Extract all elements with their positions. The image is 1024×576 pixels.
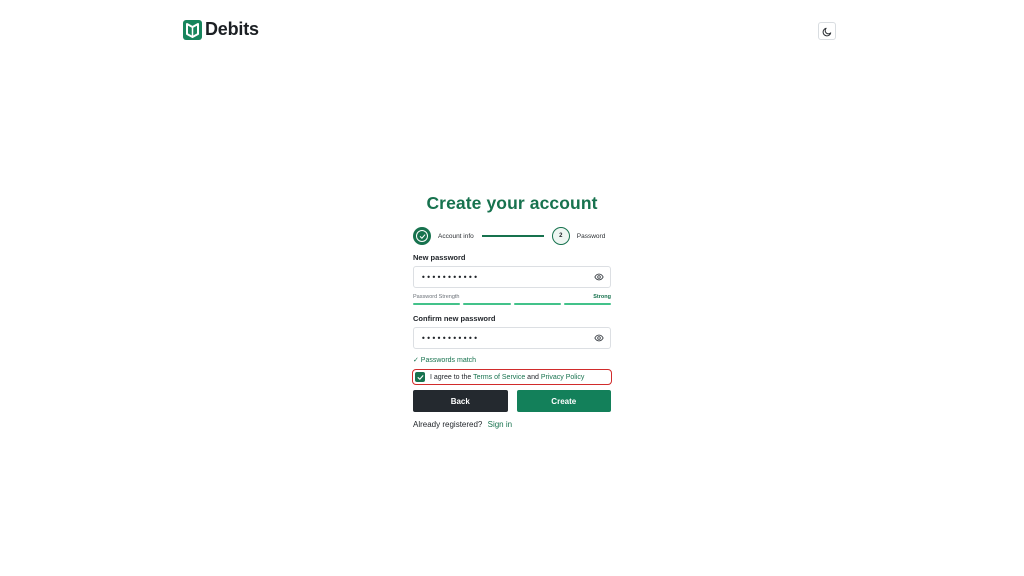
passwords-match-message: ✓ Passwords match	[413, 357, 477, 364]
brand-name: Debits	[205, 19, 259, 39]
new-password-label: New password	[413, 253, 466, 262]
terms-agreement: I agree to the Terms of Service and Priv…	[412, 369, 612, 385]
check-icon	[417, 374, 423, 380]
terms-prefix: I agree to the	[430, 373, 472, 381]
password-strength: Password Strength Strong	[413, 294, 611, 300]
confirm-password-field-wrapper	[413, 327, 611, 349]
terms-of-service-link[interactable]: Terms of Service	[473, 374, 525, 381]
signup-form: Create your account Account info 2 Passw…	[412, 193, 612, 429]
theme-toggle-button[interactable]	[818, 22, 836, 40]
step-1-indicator	[413, 227, 431, 245]
strength-segment	[563, 303, 611, 305]
step-2-indicator: 2	[551, 227, 570, 245]
moon-icon	[822, 27, 831, 36]
signin-prompt: Already registered? Sign in	[413, 420, 611, 429]
strength-segment	[413, 303, 461, 305]
strength-label: Password Strength	[413, 294, 460, 300]
header: Debits	[0, 0, 1024, 60]
signin-prompt-text: Already registered?	[413, 420, 483, 429]
strength-segment	[513, 303, 561, 305]
step-2-label: Password	[576, 232, 606, 240]
strength-meter	[413, 303, 611, 305]
confirm-password-input[interactable]	[414, 328, 584, 349]
strength-segment	[463, 303, 511, 305]
eye-icon[interactable]	[594, 272, 604, 282]
new-password-field-wrapper	[413, 266, 611, 288]
debits-logo-icon	[183, 19, 202, 40]
terms-text: I agree to the Terms of Service and Priv…	[430, 374, 584, 381]
stepper: Account info 2 Password	[413, 225, 611, 247]
sign-in-link[interactable]: Sign in	[488, 420, 512, 429]
step-connector	[481, 235, 544, 237]
terms-conjunction: and	[527, 373, 539, 381]
form-actions: Back Create	[413, 390, 611, 412]
strength-value: Strong	[593, 294, 611, 300]
check-icon	[419, 233, 425, 239]
new-password-input[interactable]	[414, 267, 584, 288]
terms-checkbox[interactable]	[415, 372, 425, 382]
create-button[interactable]: Create	[516, 390, 611, 412]
page-title: Create your account	[426, 193, 598, 213]
privacy-policy-link[interactable]: Privacy Policy	[541, 374, 585, 381]
eye-icon[interactable]	[594, 333, 604, 343]
step-1-label: Account info	[438, 232, 474, 240]
back-button[interactable]: Back	[413, 390, 508, 412]
brand-logo[interactable]: Debits	[183, 19, 259, 40]
confirm-password-label: Confirm new password	[413, 314, 496, 323]
